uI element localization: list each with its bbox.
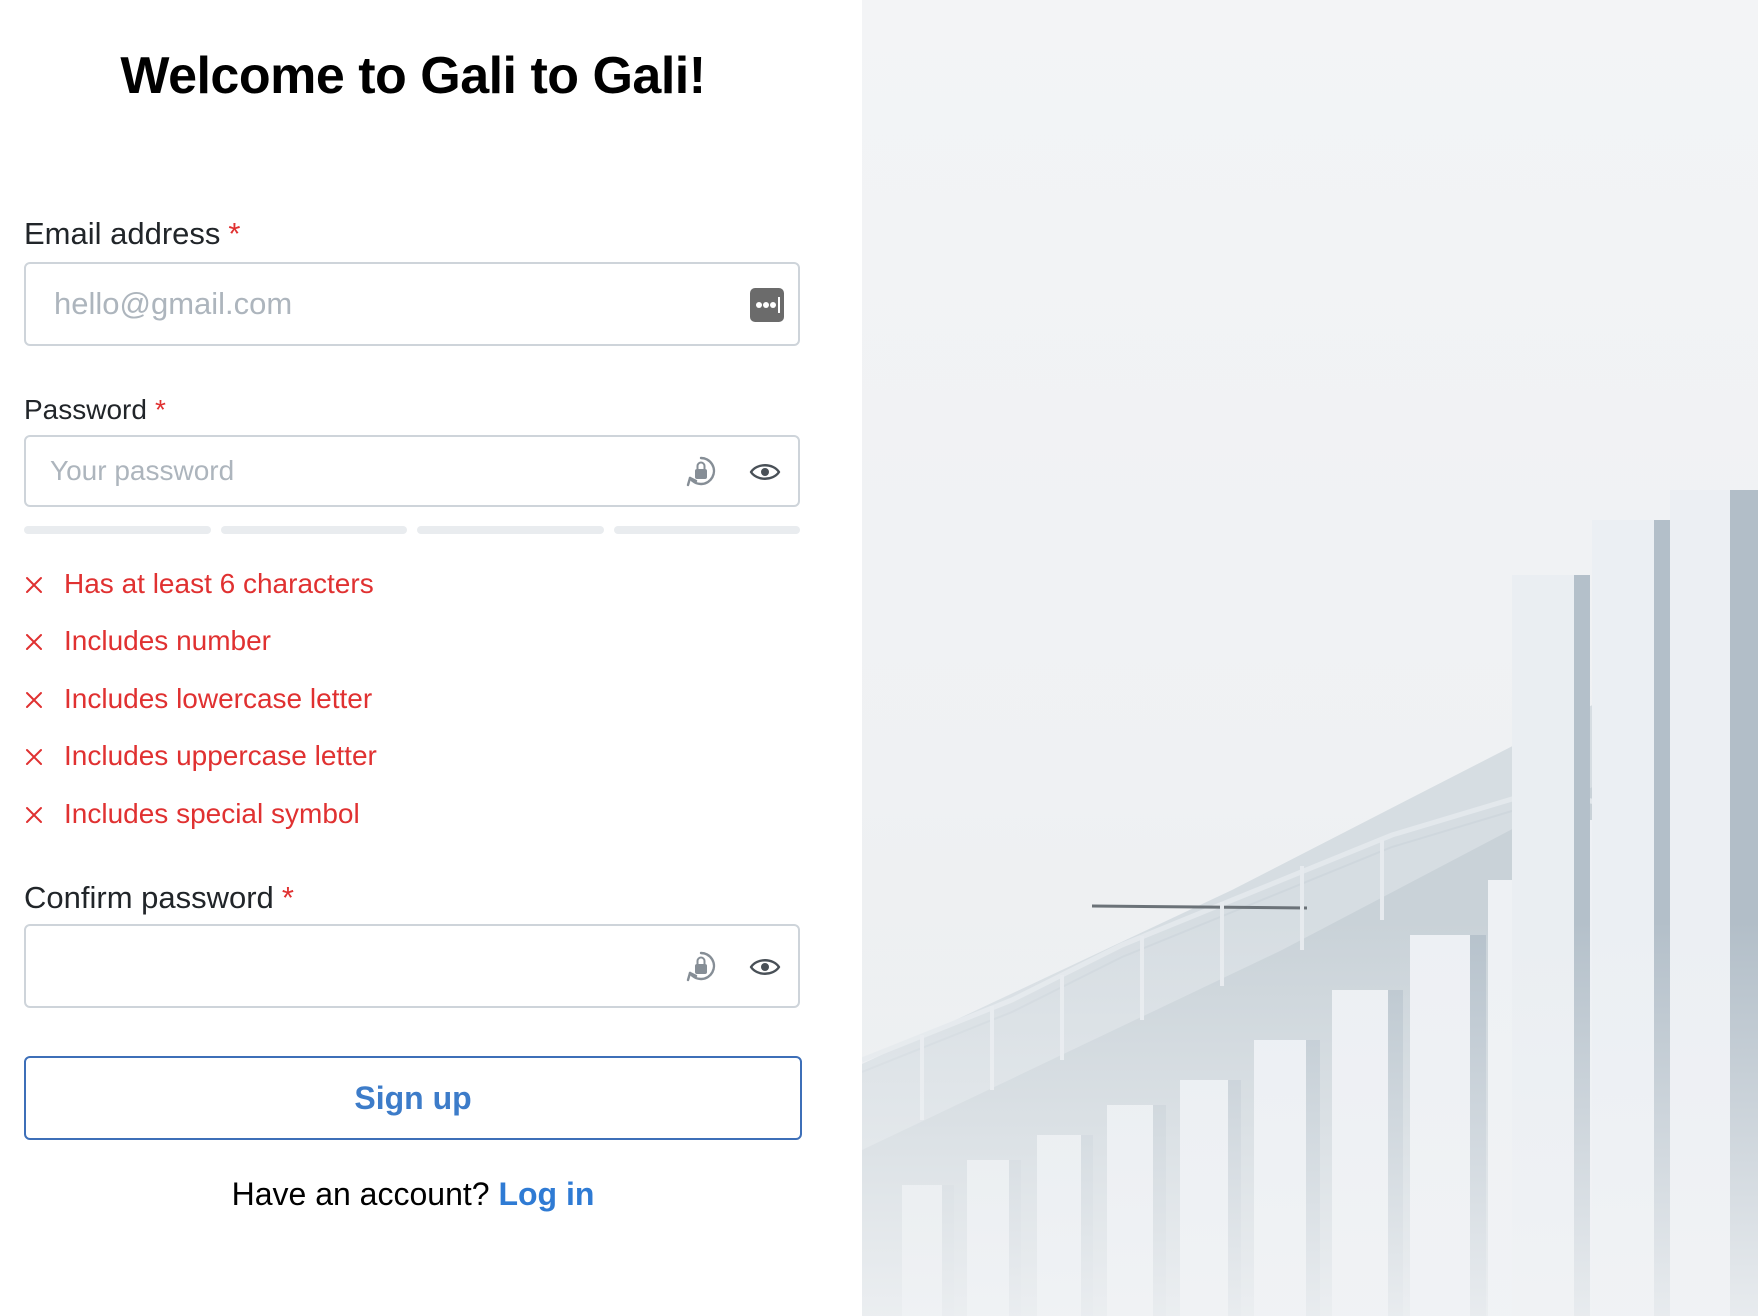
confirm-password-label-text: Confirm password [24,880,274,915]
password-input[interactable] [26,437,798,505]
password-autofill-icon[interactable] [750,288,784,322]
x-icon [26,806,42,823]
x-icon [26,577,42,593]
email-label: Email address * [24,216,241,252]
requirement-item: Includes uppercase letter [24,740,377,797]
password-label-text: Password [24,394,147,425]
requirement-label: Includes uppercase letter [64,740,377,772]
strength-segment [220,526,407,534]
email-input[interactable] [26,264,798,344]
x-icon [26,634,42,651]
requirement-item: Includes number [24,625,377,682]
requirement-label: Has at least 6 characters [64,568,374,599]
eye-icon[interactable] [748,457,782,492]
eye-icon[interactable] [748,952,782,987]
login-link[interactable]: Log in [498,1176,594,1212]
confirm-password-input[interactable] [26,926,798,1006]
requirement-label: Includes special symbol [64,797,360,829]
requirement-item: Includes special symbol [24,798,377,855]
page-title: Welcome to Gali to Gali! [120,47,706,105]
required-mark: * [228,216,241,251]
strength-segment [613,526,800,534]
signup-form-panel: Welcome to Gali to Gali! Email address * … [0,0,862,1316]
email-field [24,262,800,346]
required-mark: * [281,880,294,915]
strength-segment [417,526,604,534]
requirement-item: Includes lowercase letter [24,683,377,740]
password-label: Password * [24,394,166,426]
email-label-text: Email address [24,216,221,251]
signup-button[interactable]: Sign up [24,1056,802,1140]
requirement-item: Has at least 6 characters [24,568,377,625]
hero-image [862,0,1758,1316]
login-prompt: Have an account? Log in [0,1176,826,1213]
x-icon [26,749,42,766]
key-lock-icon[interactable] [684,454,718,497]
signup-page: Welcome to Gali to Gali! Email address * … [0,0,1758,1316]
x-icon [26,691,42,708]
requirement-label: Includes lowercase letter [64,682,373,714]
key-lock-icon[interactable] [684,949,718,992]
confirm-password-field [24,924,800,1008]
password-field [24,435,800,507]
confirm-password-label: Confirm password * [24,880,294,916]
password-requirements: Has at least 6 characters Includes numbe… [24,568,377,855]
required-mark: * [154,394,166,425]
login-prompt-text: Have an account? [231,1176,490,1212]
building-illustration [862,0,1758,1316]
strength-segment [24,526,211,534]
requirement-label: Includes number [64,625,272,657]
password-strength-meter [24,526,800,534]
